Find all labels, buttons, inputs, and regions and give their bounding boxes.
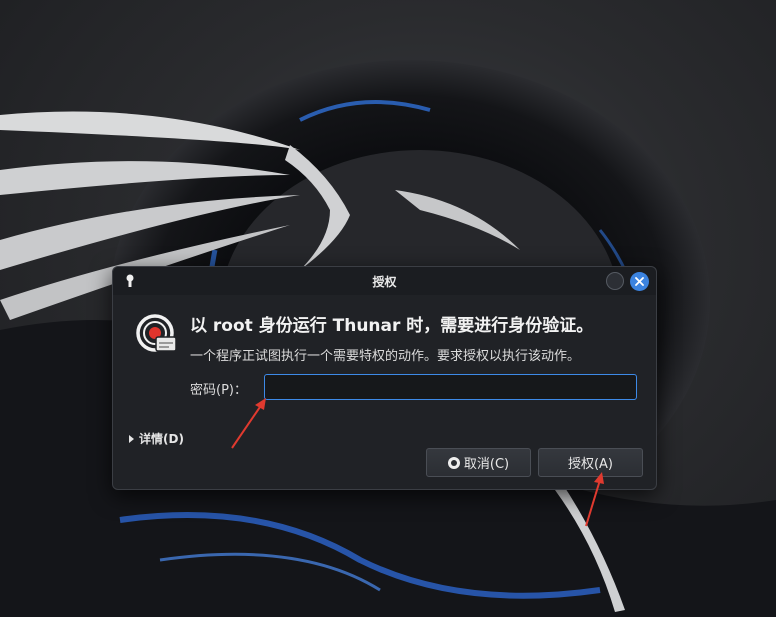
cancel-icon [447, 456, 460, 469]
details-label: 详情(D) [139, 432, 184, 446]
annotation-arrow-password [231, 398, 266, 449]
details-expander[interactable]: 详情(D) [129, 430, 184, 447]
annotation-arrow-authenticate [585, 472, 604, 527]
authentication-dialog: 授权 以 root 身份运行 Thunar 时，需要进行身份验证。 一个程序正试… [112, 266, 657, 490]
desktop: 授权 以 root 身份运行 Thunar 时，需要进行身份验证。 一个程序正试… [0, 0, 776, 617]
cancel-button[interactable]: 取消(C) [426, 448, 531, 477]
minimize-button[interactable] [606, 272, 624, 290]
dialog-title: 授权 [372, 275, 397, 289]
password-field[interactable] [264, 374, 637, 400]
title-bar[interactable]: 授权 [113, 267, 656, 295]
dialog-heading: 以 root 身份运行 Thunar 时，需要进行身份验证。 [190, 316, 594, 336]
dialog-message: 一个程序正试图执行一个需要特权的动作。要求授权以执行该动作。 [190, 349, 581, 364]
lock-shield-icon [136, 314, 177, 352]
close-button[interactable] [630, 272, 649, 291]
disclosure-triangle-icon [129, 435, 134, 443]
close-icon [635, 277, 644, 286]
cancel-label: 取消(C) [463, 457, 510, 472]
